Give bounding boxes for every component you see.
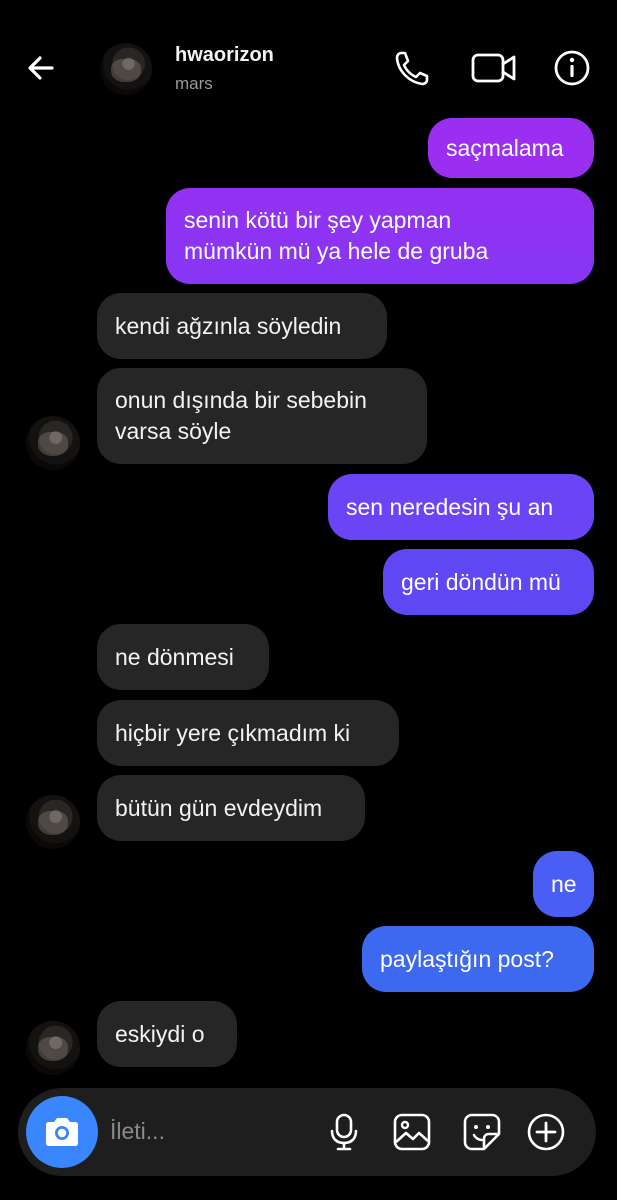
outgoing-message[interactable]: sen neredesin şu an xyxy=(328,474,594,540)
username[interactable]: hwaorizon xyxy=(175,44,274,67)
gallery-icon xyxy=(393,1113,431,1151)
plus-icon xyxy=(527,1113,565,1151)
sender-avatar[interactable] xyxy=(26,416,80,470)
outgoing-message[interactable]: paylaştığın post? xyxy=(362,926,594,992)
message-text: onun dışında bir sebebin varsa söyle xyxy=(115,387,367,444)
video-camera-icon xyxy=(471,53,516,83)
message-composer: İleti... xyxy=(18,1088,596,1176)
outgoing-message[interactable]: geri döndün mü xyxy=(383,549,594,615)
chat-header: hwaorizon mars xyxy=(0,0,617,120)
message-text: senin kötü bir şey yapman mümkün mü ya h… xyxy=(184,207,489,264)
camera-button[interactable] xyxy=(26,1096,98,1168)
message-text: bütün gün evdeydim xyxy=(115,794,323,821)
incoming-message[interactable]: kendi ağzınla söyledin xyxy=(97,293,387,359)
incoming-message[interactable]: onun dışında bir sebebin varsa söyle xyxy=(97,368,427,464)
message-text: sen neredesin şu an xyxy=(346,493,554,520)
camera-icon xyxy=(46,1118,78,1146)
phone-icon xyxy=(395,51,429,86)
message-text: saçmalama xyxy=(446,134,564,161)
user-subtitle: mars xyxy=(175,74,213,93)
incoming-message[interactable]: bütün gün evdeydim xyxy=(97,775,365,841)
info-icon xyxy=(554,50,590,86)
message-input[interactable]: İleti... xyxy=(110,1118,165,1145)
message-text: ne xyxy=(551,870,577,897)
voice-call-button[interactable] xyxy=(392,47,432,89)
sender-avatar[interactable] xyxy=(26,795,80,849)
message-text: kendi ağzınla söyledin xyxy=(115,312,342,339)
sticker-icon xyxy=(463,1113,501,1151)
message-text: ne dönmesi xyxy=(115,643,234,670)
microphone-icon xyxy=(330,1113,358,1151)
message-text: paylaştığın post? xyxy=(380,945,554,972)
incoming-message[interactable]: hiçbir yere çıkmadım ki xyxy=(97,700,399,766)
outgoing-message[interactable]: senin kötü bir şey yapman mümkün mü ya h… xyxy=(166,188,594,284)
conversation-info-button[interactable] xyxy=(552,47,592,89)
avatar[interactable] xyxy=(100,43,152,95)
message-text: geri döndün mü xyxy=(401,568,561,595)
incoming-message[interactable]: ne dönmesi xyxy=(97,624,269,690)
voice-message-button[interactable] xyxy=(324,1112,364,1152)
outgoing-message[interactable]: saçmalama xyxy=(428,118,594,178)
outgoing-message[interactable]: ne xyxy=(533,851,594,917)
back-button[interactable] xyxy=(22,48,62,88)
back-arrow-icon xyxy=(28,56,54,80)
video-call-button[interactable] xyxy=(470,47,518,89)
sender-avatar[interactable] xyxy=(26,1021,80,1075)
message-text: hiçbir yere çıkmadım ki xyxy=(115,719,351,746)
more-options-button[interactable] xyxy=(526,1112,566,1152)
incoming-message[interactable]: eskiydi o xyxy=(97,1001,237,1067)
message-text: eskiydi o xyxy=(115,1020,205,1047)
sticker-button[interactable] xyxy=(462,1112,502,1152)
gallery-button[interactable] xyxy=(392,1112,432,1152)
